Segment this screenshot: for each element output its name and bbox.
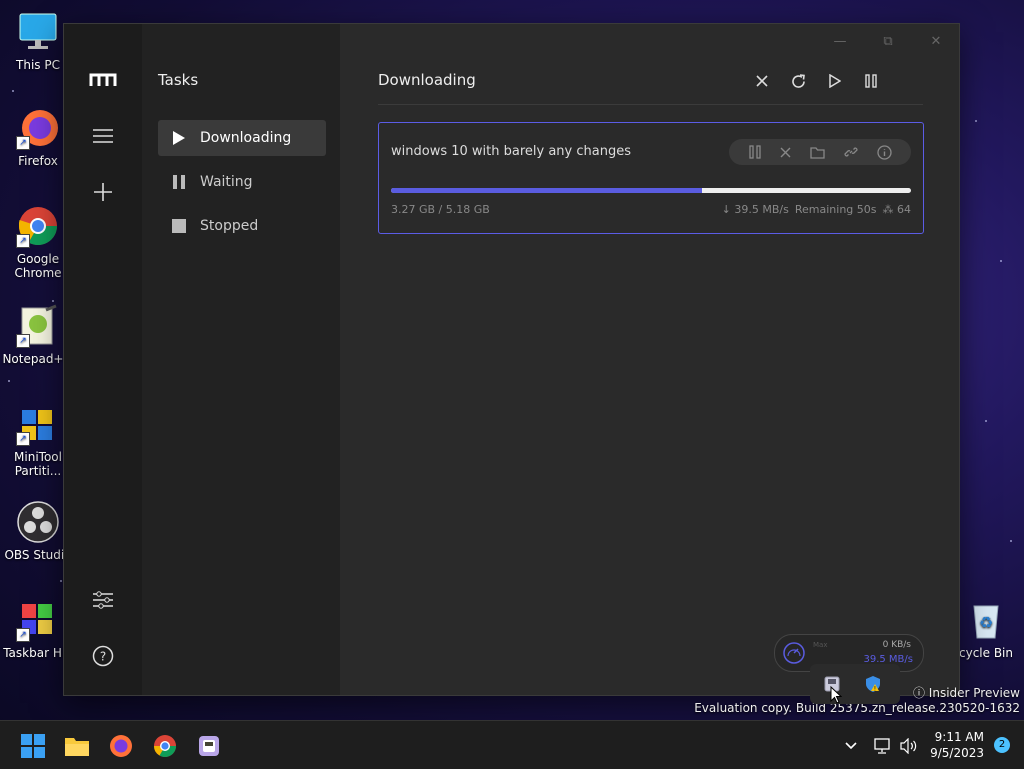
chevron-down-icon <box>845 742 857 750</box>
svg-text:?: ? <box>100 650 106 664</box>
refresh-icon <box>791 73 805 88</box>
task-progress-bar <box>391 188 911 193</box>
shortcut-arrow-icon: ↗ <box>16 136 30 150</box>
close-window-button[interactable]: ✕ <box>922 32 950 50</box>
volume-icon[interactable] <box>896 733 922 759</box>
chrome-taskbar-button[interactable] <box>152 733 178 759</box>
taskbar-hider-icon: ↗ <box>16 598 60 642</box>
task-speed: ↓ 39.5 MB/s <box>721 203 789 216</box>
pause-icon <box>172 175 186 189</box>
header-divider <box>378 104 923 105</box>
task-sidebar: Tasks Downloading Waiting Stopped <box>142 24 340 695</box>
icon-rail: ? <box>64 24 142 695</box>
task-name: windows 10 with barely any changes <box>391 144 631 159</box>
chrome-icon: ↗ <box>16 204 60 248</box>
shortcut-arrow-icon: ↗ <box>16 234 30 248</box>
sidebar-item-downloading[interactable]: Downloading <box>158 120 326 156</box>
windows-logo-icon <box>21 734 45 758</box>
firefox-taskbar-button[interactable] <box>108 733 134 759</box>
sidebar-item-label: Downloading <box>200 130 292 146</box>
recycle-bin-icon: ♻ <box>964 598 1008 642</box>
minimize-button[interactable]: — <box>826 32 854 50</box>
task-connections: ⁂ 64 <box>882 203 912 216</box>
link-icon[interactable] <box>843 145 858 159</box>
sidebar-title: Tasks <box>158 71 199 89</box>
speedometer-icon <box>783 642 805 664</box>
stop-icon <box>172 219 186 233</box>
shortcut-arrow-icon: ↗ <box>16 628 30 642</box>
start-button[interactable] <box>20 733 46 759</box>
chrome-icon <box>154 735 176 757</box>
network-icon[interactable] <box>870 733 896 759</box>
notepadpp-icon: ↗ <box>16 304 60 348</box>
pause-icon[interactable] <box>748 145 761 159</box>
folder-icon <box>65 738 89 756</box>
svg-text:♻: ♻ <box>979 613 993 632</box>
task-remaining: Remaining 50s <box>794 203 877 216</box>
help-icon[interactable]: ? <box>87 640 119 672</box>
page-title: Downloading <box>378 71 476 89</box>
taskbar: 9:11 AM 9/5/2023 2 <box>0 720 1024 769</box>
speed-max-label: Max <box>813 641 828 649</box>
download-manager-window: ? Tasks Downloading Waiting Stopped — ⧉ … <box>64 24 959 695</box>
mouse-cursor-icon <box>830 685 843 708</box>
security-warning-icon[interactable]: ! <box>864 675 882 697</box>
refresh-button[interactable] <box>787 70 809 92</box>
clock[interactable]: 9:11 AM 9/5/2023 <box>930 729 984 761</box>
sidebar-item-waiting[interactable]: Waiting <box>158 164 326 200</box>
folder-icon[interactable] <box>809 146 825 159</box>
delete-all-button[interactable] <box>751 70 773 92</box>
minitool-icon: ↗ <box>16 402 60 446</box>
shortcut-arrow-icon: ↗ <box>16 334 30 348</box>
pause-icon <box>865 74 877 88</box>
svg-text:!: ! <box>874 686 876 693</box>
pause-all-button[interactable] <box>860 70 882 92</box>
desktop-icon-label: cycle Bin <box>959 646 1013 660</box>
info-icon[interactable] <box>876 144 892 160</box>
resume-all-button[interactable] <box>824 70 846 92</box>
add-task-icon[interactable] <box>87 176 119 208</box>
task-actions <box>729 139 911 165</box>
main-panel: — ⧉ ✕ Downloading windows 10 with barely… <box>340 24 959 695</box>
show-hidden-icons-button[interactable] <box>838 733 864 759</box>
close-icon <box>756 75 768 87</box>
task-size: 3.27 GB / 5.18 GB <box>391 203 490 216</box>
desktop-icon-recycle-bin[interactable]: ♻ cycle Bin <box>948 598 1024 660</box>
clock-time: 9:11 AM <box>934 730 984 744</box>
motrix-taskbar-button[interactable] <box>196 733 222 759</box>
play-icon <box>829 74 841 88</box>
motrix-app-icon <box>199 736 219 756</box>
obs-icon <box>16 500 60 544</box>
sidebar-item-label: Stopped <box>200 218 259 234</box>
task-progress-fill <box>391 188 702 193</box>
menu-icon[interactable] <box>87 120 119 152</box>
clock-date: 9/5/2023 <box>930 746 984 760</box>
sidebar-item-stopped[interactable]: Stopped <box>158 208 326 244</box>
firefox-icon: ↗ <box>16 106 60 150</box>
play-icon <box>172 131 186 145</box>
firefox-icon <box>110 735 132 757</box>
notification-badge[interactable]: 2 <box>994 737 1010 753</box>
tray-overflow-popup: ! <box>810 664 900 704</box>
shortcut-arrow-icon: ↗ <box>16 432 30 446</box>
close-icon[interactable] <box>780 147 791 158</box>
sidebar-item-label: Waiting <box>200 174 253 190</box>
maximize-button[interactable]: ⧉ <box>874 32 902 50</box>
file-explorer-button[interactable] <box>64 733 90 759</box>
app-logo-icon <box>87 64 119 96</box>
upload-speed: 0 KB/s <box>882 640 911 650</box>
monitor-icon <box>16 10 60 54</box>
settings-sliders-icon[interactable] <box>87 584 119 616</box>
task-item[interactable]: windows 10 with barely any changes 3.27 … <box>378 122 924 234</box>
task-stats: ↓ 39.5 MB/s Remaining 50s ⁂ 64 <box>722 203 911 216</box>
